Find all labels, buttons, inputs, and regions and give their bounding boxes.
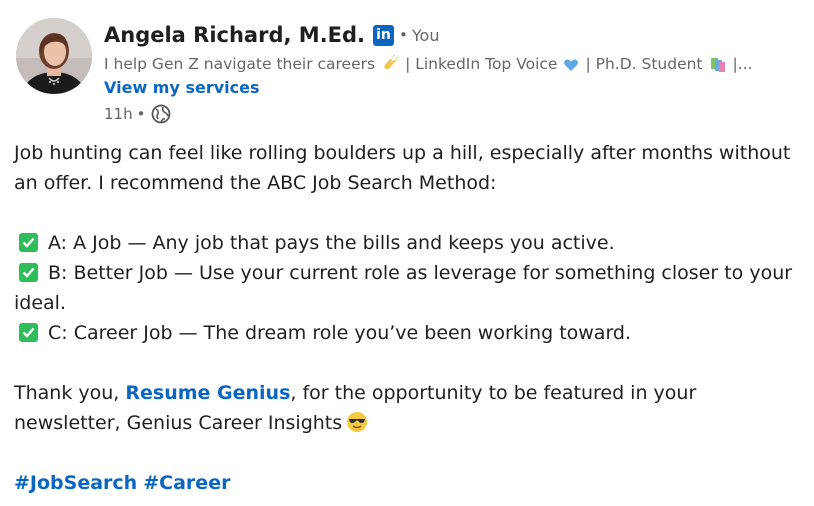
list-item: B: Better Job — Use your current role as… bbox=[14, 258, 806, 318]
hashtags: #JobSearch #Career bbox=[14, 468, 806, 498]
check-mark-icon bbox=[19, 323, 38, 342]
thanks-text-before: Thank you, bbox=[14, 382, 126, 404]
post-header: Angela Richard, M.Ed. in • You I help Ge… bbox=[104, 18, 804, 128]
author-row: Angela Richard, M.Ed. in • You bbox=[104, 18, 804, 52]
sunglasses-smiley-icon bbox=[346, 411, 368, 433]
headline-text-2: | LinkedIn Top Voice bbox=[405, 55, 558, 73]
books-icon bbox=[709, 55, 727, 73]
check-mark-icon bbox=[19, 263, 38, 282]
list-item: C: Career Job — The dream role you’ve be… bbox=[14, 318, 806, 348]
clapping-hands-icon bbox=[381, 54, 399, 73]
separator-dot: • bbox=[399, 26, 408, 44]
check-mark-icon bbox=[19, 233, 38, 252]
relation-label: You bbox=[411, 25, 440, 45]
post-body: Job hunting can feel like rolling boulde… bbox=[14, 138, 806, 498]
headline-text-4: |... bbox=[732, 55, 753, 73]
linkedin-badge-icon: in bbox=[373, 24, 395, 46]
feed-post: Angela Richard, M.Ed. in • You I help Ge… bbox=[0, 0, 814, 506]
headline-text-1: I help Gen Z navigate their careers bbox=[104, 55, 376, 73]
list-item: A: A Job — Any job that pays the bills a… bbox=[14, 228, 806, 258]
blue-heart-icon bbox=[563, 56, 579, 72]
list-item-text: B: Better Job — Use your current role as… bbox=[14, 262, 793, 314]
hashtag-jobsearch[interactable]: #JobSearch bbox=[14, 472, 137, 494]
list-item-text: C: Career Job — The dream role you’ve be… bbox=[48, 322, 632, 344]
post-time: 11h bbox=[104, 105, 133, 123]
resume-genius-link[interactable]: Resume Genius bbox=[125, 382, 290, 404]
headline-text-3: | Ph.D. Student bbox=[585, 55, 703, 73]
author-name[interactable]: Angela Richard, M.Ed. bbox=[104, 23, 365, 47]
avatar[interactable] bbox=[16, 18, 92, 94]
time-separator: • bbox=[136, 105, 146, 123]
view-services-link[interactable]: View my services bbox=[104, 76, 804, 100]
author-headline: I help Gen Z navigate their careers | Li… bbox=[104, 52, 804, 76]
post-time-row: 11h • bbox=[104, 100, 804, 128]
globe-icon[interactable] bbox=[151, 104, 171, 124]
post-intro: Job hunting can feel like rolling boulde… bbox=[14, 142, 791, 194]
thanks-paragraph: Thank you, Resume Genius, for the opport… bbox=[14, 378, 806, 438]
list-item-text: A: A Job — Any job that pays the bills a… bbox=[48, 232, 615, 254]
hashtag-career[interactable]: #Career bbox=[143, 472, 230, 494]
